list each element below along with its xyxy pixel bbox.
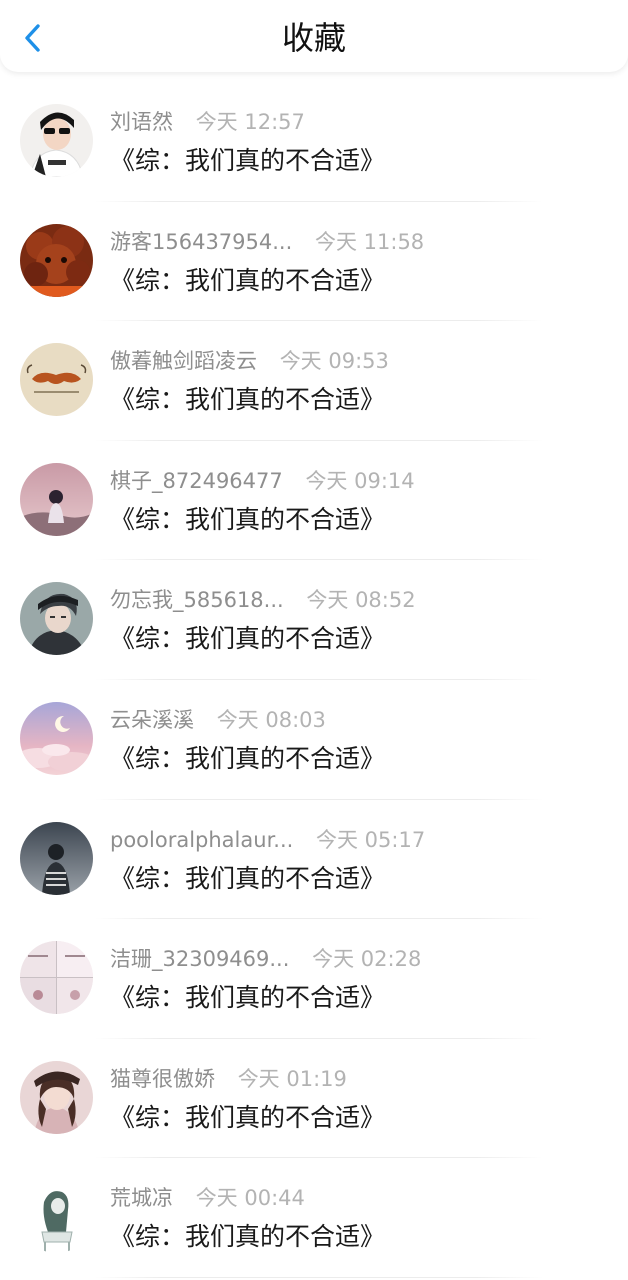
timestamp: 今天 08:52 xyxy=(306,588,416,613)
timestamp: 今天 11:58 xyxy=(314,229,425,254)
favorited-work-title: 《综：我们真的不合适》 xyxy=(110,624,386,654)
favorites-list: 刘语然 今天 12:57 《综：我们真的不合适》 游客156437954... … xyxy=(0,82,628,1278)
timestamp: 今天 02:28 xyxy=(312,947,422,972)
avatar[interactable] xyxy=(20,1060,93,1134)
user-name: 荒城凉 xyxy=(110,1186,173,1211)
user-name: 游客156437954... xyxy=(110,229,293,254)
favorited-work-title: 《综：我们真的不合适》 xyxy=(110,983,386,1013)
list-item[interactable]: 棋子_872496477 今天 09:14 《综：我们真的不合适》 xyxy=(0,441,628,561)
avatar[interactable] xyxy=(20,462,93,536)
divider xyxy=(95,1276,543,1278)
user-name: 勿忘我_585618... xyxy=(110,588,284,613)
timestamp: 今天 01:19 xyxy=(237,1066,347,1091)
avatar[interactable] xyxy=(20,941,93,1015)
favorited-work-title: 《综：我们真的不合适》 xyxy=(110,743,386,773)
list-item[interactable]: 傲萶触剑蹈凌云 今天 09:53 《综：我们真的不合适》 xyxy=(0,321,628,441)
favorited-work-title: 《综：我们真的不合适》 xyxy=(110,146,386,175)
avatar[interactable] xyxy=(20,223,93,297)
list-item[interactable]: 刘语然 今天 12:57 《综：我们真的不合适》 xyxy=(0,82,628,202)
favorited-work-title: 《综：我们真的不合适》 xyxy=(110,1222,386,1252)
list-item[interactable]: 游客156437954... 今天 11:58 《综：我们真的不合适》 xyxy=(0,202,628,322)
timestamp: 今天 12:57 xyxy=(195,110,305,134)
user-name: 猫尊很傲娇 xyxy=(110,1066,215,1091)
list-item[interactable]: 荒城凉 今天 00:44 《综：我们真的不合适》 xyxy=(0,1158,628,1278)
timestamp: 今天 00:44 xyxy=(195,1186,305,1211)
avatar[interactable] xyxy=(20,104,93,177)
timestamp: 今天 08:03 xyxy=(216,707,326,732)
avatar[interactable] xyxy=(20,821,93,895)
avatar[interactable] xyxy=(20,701,93,775)
favorited-work-title: 《综：我们真的不合适》 xyxy=(110,1102,386,1132)
user-name: pooloralphalaur... xyxy=(110,827,294,852)
list-item[interactable]: 勿忘我_585618... 今天 08:52 《综：我们真的不合适》 xyxy=(0,560,628,680)
list-item[interactable]: 猫尊很傲娇 今天 01:19 《综：我们真的不合适》 xyxy=(0,1039,628,1159)
list-item[interactable]: 洁珊_32309469... 今天 02:28 《综：我们真的不合适》 xyxy=(0,919,628,1039)
page-title: 收藏 xyxy=(281,19,346,57)
user-name: 棋子_872496477 xyxy=(110,468,283,493)
favorited-work-title: 《综：我们真的不合适》 xyxy=(110,385,386,415)
list-item[interactable]: 云朵溪溪 今天 08:03 《综：我们真的不合适》 xyxy=(0,680,628,800)
favorited-work-title: 《综：我们真的不合适》 xyxy=(110,863,386,893)
top-bar: 收藏 xyxy=(0,0,628,72)
timestamp: 今天 09:14 xyxy=(305,468,415,493)
timestamp: 今天 09:53 xyxy=(279,349,389,374)
user-name: 云朵溪溪 xyxy=(110,707,194,732)
avatar[interactable] xyxy=(20,343,93,417)
list-item[interactable]: pooloralphalaur... 今天 05:17 《综：我们真的不合适》 xyxy=(0,800,628,920)
favorited-work-title: 《综：我们真的不合适》 xyxy=(110,265,386,295)
user-name: 刘语然 xyxy=(110,110,173,134)
avatar[interactable] xyxy=(20,582,93,656)
timestamp: 今天 05:17 xyxy=(316,827,426,852)
user-name: 傲萶触剑蹈凌云 xyxy=(110,349,257,374)
avatar[interactable] xyxy=(20,1180,93,1254)
favorited-work-title: 《综：我们真的不合适》 xyxy=(110,504,386,534)
user-name: 洁珊_32309469... xyxy=(110,947,290,972)
